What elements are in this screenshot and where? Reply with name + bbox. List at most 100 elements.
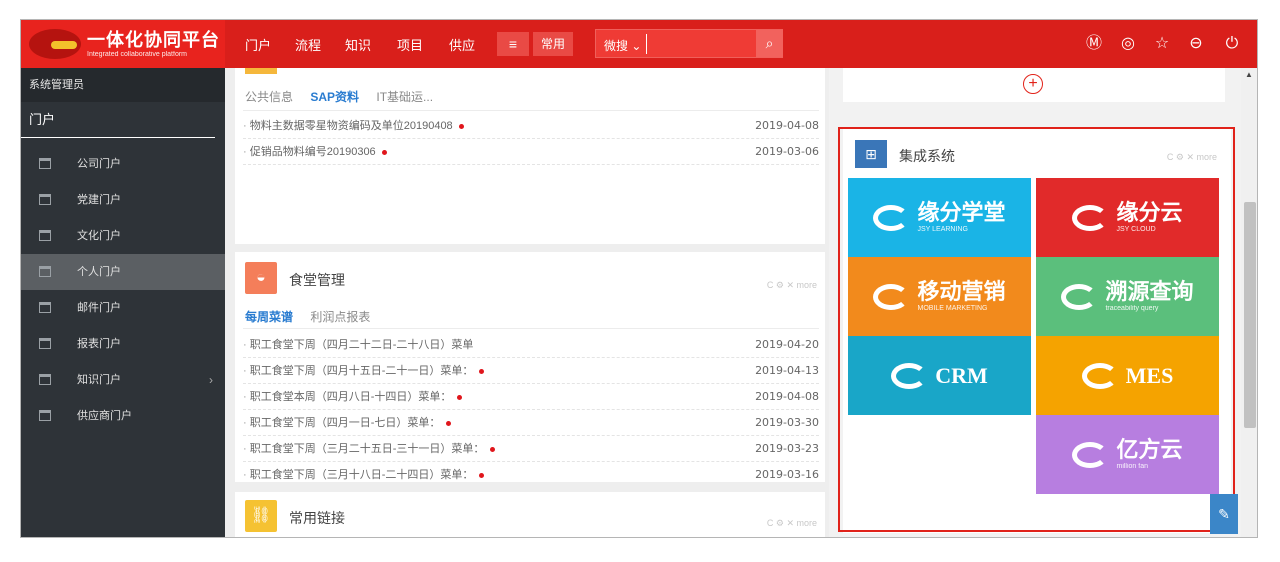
portal-icon xyxy=(39,374,51,385)
tile-traceability-query[interactable]: 溯源查询 traceability query xyxy=(1036,257,1219,336)
list-item[interactable]: 职工食堂下周（四月十五日-二十一日）菜单： 2019-04-13 xyxy=(243,358,819,384)
power-icon[interactable]: ⏻ xyxy=(1221,33,1243,55)
nav-project[interactable]: 项目 xyxy=(397,35,423,54)
tile-name: 溯源查询 xyxy=(1105,279,1194,304)
search-input[interactable] xyxy=(646,34,746,54)
canteen-panel: ◒ 食堂管理 C ⚙ ✕ more 每周菜谱 利润点报表 职工食堂下周（四月二十… xyxy=(235,252,825,482)
info-tabs: 公共信息 SAP资料 IT基础运... xyxy=(245,88,447,105)
sidebar-item-label: 邮件门户 xyxy=(77,302,121,314)
vertical-scrollbar[interactable]: ▲ xyxy=(1241,68,1257,537)
bowl-icon: ◒ xyxy=(245,262,277,294)
tile-mobile-marketing[interactable]: 移动营销 MOBILE MARKETING xyxy=(848,257,1031,336)
list-item-title: 物料主数据零星物资编码及单位20190408 xyxy=(243,120,453,132)
sidebar-item-knowledge-portal[interactable]: 知识门户 › xyxy=(21,362,225,398)
tile-subtitle: traceability query xyxy=(1105,305,1159,312)
scroll-up-arrow-icon[interactable]: ▲ xyxy=(1245,70,1253,79)
settings-circle-icon[interactable]: ◎ xyxy=(1117,33,1139,55)
list-item-date: 2019-03-06 xyxy=(755,145,819,158)
list-item[interactable]: 职工食堂下周（四月二十二日-二十八日）菜单 2019-04-20 xyxy=(243,332,819,358)
portal-icon xyxy=(39,338,51,349)
sidebar-item-supplier-portal[interactable]: 供应商门户 xyxy=(21,398,225,434)
unread-dot-icon xyxy=(458,123,464,129)
tile-name: 移动营销 xyxy=(917,279,1006,304)
traceability-logo-icon xyxy=(1061,283,1098,310)
tab-weekly-menu[interactable]: 每周菜谱 xyxy=(245,310,293,324)
top-navigation-bar: 一体化协同平台 Integrated collaborative platfor… xyxy=(21,20,1257,68)
tab-it-infra[interactable]: IT基础运... xyxy=(376,90,433,104)
chevron-right-icon: › xyxy=(209,373,213,387)
star-icon[interactable]: ☆ xyxy=(1151,33,1173,55)
panel-controls[interactable]: C ⚙ ✕ more xyxy=(1167,152,1217,163)
sidebar-section-title[interactable]: 门户 xyxy=(21,102,215,138)
nav-supply[interactable]: 供应 xyxy=(449,35,475,54)
app-window: 一体化协同平台 Integrated collaborative platfor… xyxy=(20,19,1258,538)
integrated-systems-panel: ⊞ 集成系统 C ⚙ ✕ more 缘分学堂 JSY LEARNING 缘分云 JS… xyxy=(843,128,1231,533)
canteen-tabs: 每周菜谱 利润点报表 xyxy=(245,308,384,325)
list-item-title: 职工食堂下周（四月二十二日-二十八日）菜单 xyxy=(243,339,473,351)
tile-name: MES xyxy=(1125,362,1174,388)
sidebar-item-label: 个人门户 xyxy=(77,266,121,278)
list-item-date: 2019-04-20 xyxy=(755,338,819,351)
list-item-title: 职工食堂本周（四月八日-十四日）菜单： xyxy=(243,391,451,403)
sidebar-item-report-portal[interactable]: 报表门户 xyxy=(21,326,225,362)
unread-dot-icon xyxy=(479,368,485,374)
hamburger-icon[interactable]: ≡ xyxy=(497,32,529,56)
unread-dot-icon xyxy=(446,420,452,426)
list-item[interactable]: 职工食堂下周（四月一日-七日）菜单： 2019-03-30 xyxy=(243,410,819,436)
sidebar-item-culture-portal[interactable]: 文化门户 xyxy=(21,218,225,254)
list-item[interactable]: 职工食堂下周（三月十八日-二十四日）菜单： 2019-03-16 xyxy=(243,462,819,488)
sidebar-item-label: 文化门户 xyxy=(77,230,121,242)
portal-icon xyxy=(39,158,51,169)
nav-process[interactable]: 流程 xyxy=(295,35,321,54)
common-menu-button[interactable]: 常用 xyxy=(533,32,573,56)
portal-icon xyxy=(39,410,51,421)
list-item-title: 职工食堂下周（三月二十五日-三十一日）菜单： xyxy=(243,443,484,455)
brand-mark-icon xyxy=(29,29,81,59)
sidebar-item-party-portal[interactable]: 党建门户 xyxy=(21,182,225,218)
sidebar-item-mail-portal[interactable]: 邮件门户 xyxy=(21,290,225,326)
canteen-title: 食堂管理 xyxy=(289,272,345,288)
tile-million-fan[interactable]: 亿方云 million fan xyxy=(1036,415,1219,494)
links-panel: ⛓ 常用链接 C ⚙ ✕ more xyxy=(235,492,825,537)
tile-mes[interactable]: MES xyxy=(1036,336,1219,415)
list-item-title: 职工食堂下周（三月十八日-二十四日）菜单： xyxy=(243,469,473,481)
tab-profit-report[interactable]: 利润点报表 xyxy=(310,310,370,324)
million-fan-logo-icon xyxy=(1072,441,1109,468)
list-item[interactable]: 促销品物料编号20190306 2019-03-06 xyxy=(243,139,819,165)
panel-controls[interactable]: C ⚙ ✕ more xyxy=(767,280,817,291)
unread-dot-icon xyxy=(490,446,496,452)
unread-dot-icon xyxy=(457,394,463,400)
list-item[interactable]: 物料主数据零星物资编码及单位20190408 2019-04-08 xyxy=(243,113,819,139)
search-icon[interactable]: ⌕ xyxy=(756,30,783,57)
unread-dot-icon xyxy=(381,149,387,155)
right-column: + ⊞ 集成系统 C ⚙ ✕ more 缘分学堂 JSY LEARNING 缘分云… xyxy=(829,68,1257,537)
panel-controls[interactable]: C ⚙ ✕ more xyxy=(767,518,817,529)
list-item-date: 2019-03-23 xyxy=(755,442,819,455)
feedback-float-icon[interactable]: ✎ xyxy=(1210,494,1238,534)
m-circle-icon[interactable]: Ⓜ xyxy=(1083,33,1105,55)
sidebar-item-company-portal[interactable]: 公司门户 xyxy=(21,146,225,182)
scroll-thumb[interactable] xyxy=(1244,202,1256,428)
list-item[interactable]: 职工食堂本周（四月八日-十四日）菜单： 2019-04-08 xyxy=(243,384,819,410)
app-name: 一体化协同平台 xyxy=(87,29,220,50)
add-circle-icon[interactable]: + xyxy=(1023,74,1043,94)
nav-knowledge[interactable]: 知识 xyxy=(345,35,371,54)
tile-jsy-learning[interactable]: 缘分学堂 JSY LEARNING xyxy=(848,178,1031,257)
tile-subtitle: JSY LEARNING xyxy=(917,226,968,233)
list-item-date: 2019-03-16 xyxy=(755,468,819,481)
info-panel-icon xyxy=(245,68,277,74)
list-item-date: 2019-04-08 xyxy=(755,390,819,403)
app-logo[interactable]: 一体化协同平台 Integrated collaborative platfor… xyxy=(21,20,225,68)
more-circle-icon[interactable]: ⊖ xyxy=(1185,33,1207,55)
tile-crm[interactable]: CRM xyxy=(848,336,1031,415)
nav-portal[interactable]: 门户 xyxy=(245,35,271,54)
search-scope-dropdown[interactable]: 微搜 ⌄ xyxy=(604,37,641,54)
tile-name: CRM xyxy=(935,362,988,388)
tab-sap-docs[interactable]: SAP资料 xyxy=(310,90,359,104)
list-item[interactable]: 职工食堂下周（三月二十五日-三十一日）菜单： 2019-03-23 xyxy=(243,436,819,462)
info-panel: 公共信息 SAP资料 IT基础运... 物料主数据零星物资编码及单位201904… xyxy=(235,68,825,244)
sidebar-item-label: 报表门户 xyxy=(77,338,121,350)
tile-jsy-cloud[interactable]: 缘分云 JSY CLOUD xyxy=(1036,178,1219,257)
tab-public-info[interactable]: 公共信息 xyxy=(245,90,293,104)
sidebar-item-personal-portal[interactable]: 个人门户 xyxy=(21,254,225,290)
